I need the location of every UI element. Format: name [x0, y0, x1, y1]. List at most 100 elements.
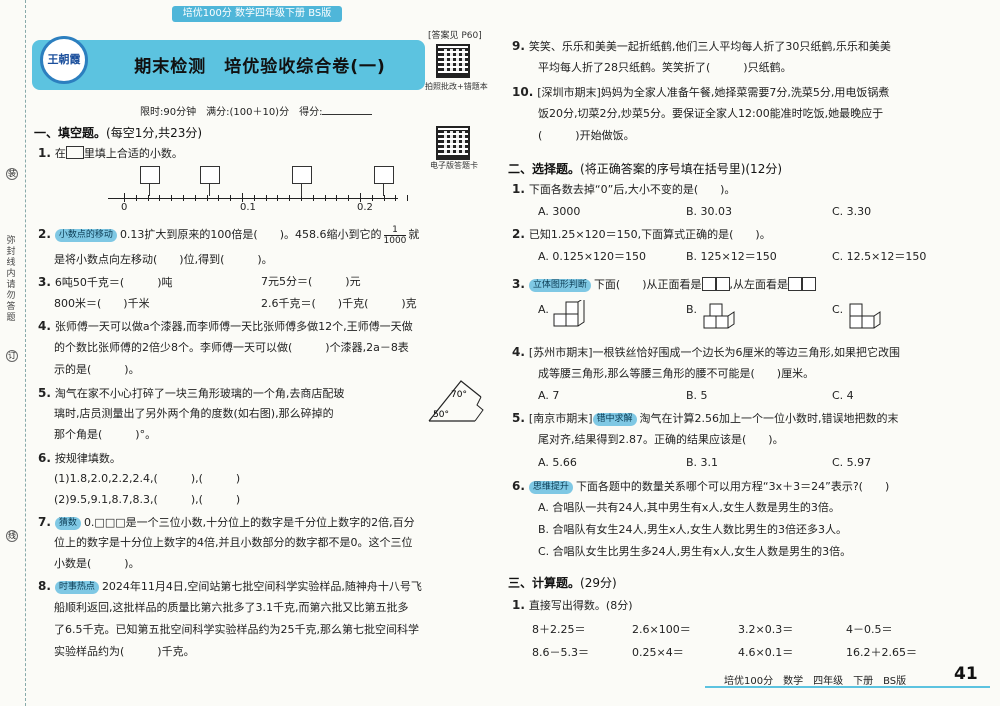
qr-code-icon[interactable]	[436, 126, 470, 160]
option-b[interactable]: B. 30.03	[686, 204, 732, 220]
calc-item[interactable]: 16.2＋2.65＝	[846, 645, 917, 661]
option-b[interactable]: B. 合唱队有女生24人,男生x人,女生人数比男生的3倍还多3人。	[538, 522, 847, 538]
question-8-cont: 了6.5千克。已知第五批空间科学实验样品约为25千克,那么第七批空间科学	[54, 623, 419, 636]
option-c[interactable]: C. 合唱队女生比男生多24人,男生有x人,女生人数是男生的3倍。	[538, 544, 851, 560]
section-note: (29分)	[580, 576, 617, 590]
number-line-arrow	[149, 184, 150, 196]
option-a[interactable]: A. 3000	[538, 204, 580, 220]
question-tag: 猜数	[54, 517, 81, 530]
number-line-tick	[183, 195, 184, 201]
question-10-cont: ( )开始做饭。	[538, 129, 635, 142]
left-view-icon	[802, 277, 817, 291]
choice-4-cont: 成等腰三角形,那么等腰三角形的腰不可能是( )厘米。	[538, 367, 815, 380]
choice-5-text: 淘气在计算2.56加上一个一位小数时,错误地把数的末	[639, 412, 899, 425]
choice-3: 3. 立体图形判断 下面( )从正面看是 ,从左面看是	[512, 276, 817, 293]
answer-box[interactable]	[65, 146, 84, 159]
choice-5: 5. [南京市期末] 错中求解 淘气在计算2.56加上一个一位小数时,错误地把数的末	[512, 411, 899, 426]
footer-rule	[705, 686, 990, 688]
question-5: 5. 淘气在家不小心打碎了一块三角形玻璃的一个角,去商店配玻	[38, 386, 345, 400]
choice-6: 6. 思维提升 下面各题中的数量关系哪个可以用方程“3x＋3＝24”表示?( )	[512, 479, 890, 494]
question-10-cont: 饭20分,切菜2分,炒菜5分。要保证全家人12:00能准时吃饭,她最晚应于	[538, 107, 884, 120]
binding-circle: 装	[6, 168, 18, 180]
q1-text: 在	[54, 147, 66, 160]
number-line-tick	[407, 195, 409, 201]
choice-4: 4. [苏州市期末]一根铁丝恰好围成一个边长为6厘米的等边三角形,如果把它改围	[512, 345, 900, 359]
choice-1: 1. 下面各数去掉“0”后,大小不变的是( )。	[512, 182, 736, 196]
option-a[interactable]: A. 合唱队一共有24人,其中男生有x人,女生人数是男生的3倍。	[538, 500, 840, 516]
option-c[interactable]: C. 3.30	[832, 204, 871, 220]
section-note: (每空1分,共23分)	[106, 126, 203, 140]
option-c[interactable]: C.	[832, 302, 843, 318]
calc-1: 1. 直接写出得数。(8分)	[512, 598, 633, 612]
left-view-icon	[788, 277, 803, 291]
number-line-label: 0	[121, 202, 128, 213]
choice-3-text: ,从左面看是	[729, 278, 789, 291]
score-blank[interactable]	[322, 114, 373, 115]
calc-item[interactable]: 8＋2.25＝	[532, 622, 586, 638]
section-heading: 一、填空题。(每空1分,共23分)	[34, 124, 202, 141]
option-b[interactable]: B.	[686, 302, 697, 318]
question-3-d: 2.6千克＝( )千克( )克	[261, 297, 417, 310]
question-7-cont: 小数是( )。	[54, 557, 140, 570]
footer-text: 培优100分 数学 四年级 下册 BS版	[724, 676, 907, 687]
number-line-tick	[289, 195, 291, 201]
number-line-box[interactable]	[140, 166, 160, 184]
section-title: 一、填空题。	[34, 126, 107, 140]
number-line-box[interactable]	[200, 166, 220, 184]
page-number: 41	[954, 664, 978, 684]
section-title: 三、计算题。	[508, 576, 581, 590]
number-line-box[interactable]	[374, 166, 394, 184]
brand-logo: 王朝霞	[40, 36, 88, 84]
calc-item[interactable]: 2.6×100＝	[632, 622, 691, 638]
choice-3-text: 下面( )从正面看是	[593, 278, 702, 291]
number-line-tick	[360, 193, 361, 202]
question-tag: 时事热点	[54, 581, 99, 594]
option-a[interactable]: A. 7	[538, 388, 559, 404]
exam-info: 限时:90分钟 满分:(100＋10)分 得分:	[140, 103, 373, 118]
calc-item[interactable]: 8.6－5.3＝	[532, 645, 589, 661]
cube-stack-b-icon	[703, 303, 735, 329]
angle-label: 50°	[433, 410, 449, 420]
qr-code-icon[interactable]	[436, 44, 470, 78]
option-c[interactable]: C. 5.97	[832, 455, 871, 471]
binding-circle: 线	[6, 530, 18, 542]
question-4-cont: 示的是( )。	[54, 363, 140, 376]
choice-2-text: 已知1.25×120＝150,下面算式正确的是( )。	[528, 228, 771, 241]
option-a[interactable]: A. 0.125×120＝150	[538, 249, 646, 265]
option-b[interactable]: B. 5	[686, 388, 708, 404]
number-line-tick	[124, 193, 125, 202]
fraction-numerator: 1	[383, 225, 407, 236]
number-line-label: 0.1	[240, 202, 256, 213]
number-line-tick	[171, 195, 173, 201]
choice-5-cont: 尾对齐,结果得到2.87。正确的结果应该是( )。	[538, 433, 784, 446]
question-4: 4. 张师傅一天可以做a个漆器,而李师傅一天比张师傅多做12个,王师傅一天做	[38, 319, 413, 333]
number-line-tick	[230, 195, 232, 201]
question-8-cont: 实验样品约为( )千克。	[54, 645, 195, 658]
option-a[interactable]: A. 5.66	[538, 455, 577, 471]
question-2: 2. 小数点的移动 0.13扩大到原来的100倍是( )。458.6缩小到它的 1 10…	[38, 225, 420, 246]
option-c[interactable]: C. 12.5×12＝150	[832, 249, 926, 265]
option-a[interactable]: A.	[538, 302, 549, 318]
choice-4-text: [苏州市期末]一根铁丝恰好围成一个边长为6厘米的等边三角形,如果把它改围	[528, 346, 900, 359]
series-strip: 培优100分 数学四年级下册 BS版	[172, 6, 342, 22]
option-b[interactable]: B. 125×12＝150	[686, 249, 777, 265]
calc-item[interactable]: 4－0.5＝	[846, 622, 893, 638]
q5-text: 淘气在家不小心打碎了一块三角形玻璃的一个角,去商店配玻	[54, 387, 345, 400]
question-7-cont: 位上的数字是十分位上数字的4倍,并且小数部分的数字都不是0。这个三位	[54, 536, 413, 549]
calc-item[interactable]: 3.2×0.3＝	[738, 622, 793, 638]
q2-text: 0.13扩大到原来的100倍是( )。458.6缩小到它的	[119, 228, 382, 241]
number-line-label: 0.2	[357, 202, 373, 213]
worksheet-page: 装 弥封线内请勿答题 订 线 培优100分 数学四年级下册 BS版 王朝霞 期末…	[0, 0, 1000, 706]
option-b[interactable]: B. 3.1	[686, 455, 718, 471]
number-line-box[interactable]	[292, 166, 312, 184]
question-5-cont: 那个角是( )°。	[54, 428, 157, 441]
front-view-icon	[715, 277, 730, 291]
calc-item[interactable]: 4.6×0.1＝	[738, 645, 793, 661]
option-c[interactable]: C. 4	[832, 388, 854, 404]
q9-text: 笑笑、乐乐和美美一起折纸鹤,他们三人平均每人折了30只纸鹤,乐乐和美美	[528, 40, 891, 53]
angle-label: 70°	[451, 390, 467, 400]
question-2-cont: 是将小数点向左移动( )位,得到( )。	[54, 253, 273, 266]
question-9: 9. 笑笑、乐乐和美美一起折纸鹤,他们三人平均每人折了30只纸鹤,乐乐和美美	[512, 39, 891, 53]
calc-item[interactable]: 0.25×4＝	[632, 645, 684, 661]
q3-text: 6吨50千克＝( )吨	[54, 276, 173, 289]
